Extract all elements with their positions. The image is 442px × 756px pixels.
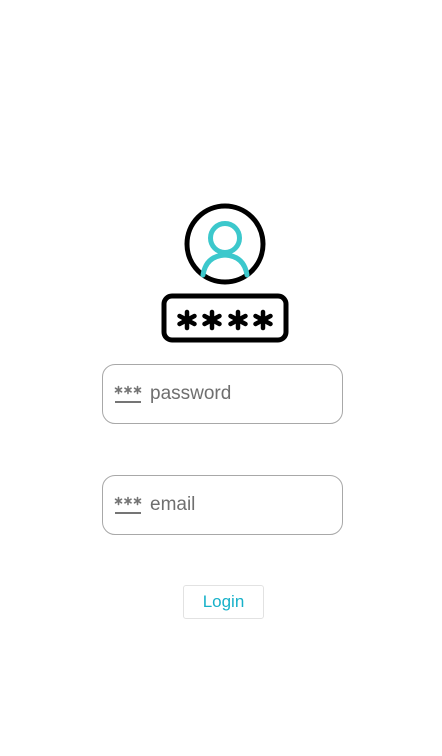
login-button[interactable]: Login [183, 585, 264, 619]
password-stars-icon [114, 385, 142, 403]
password-field[interactable] [102, 364, 343, 424]
user-avatar-icon [184, 203, 266, 285]
password-box-icon [161, 293, 289, 343]
email-input[interactable] [150, 476, 334, 533]
user-password-logo-icon [161, 203, 289, 343]
password-input[interactable] [150, 365, 334, 422]
password-stars-icon [114, 496, 142, 514]
login-screen: Login [0, 0, 442, 756]
email-field[interactable] [102, 475, 343, 535]
